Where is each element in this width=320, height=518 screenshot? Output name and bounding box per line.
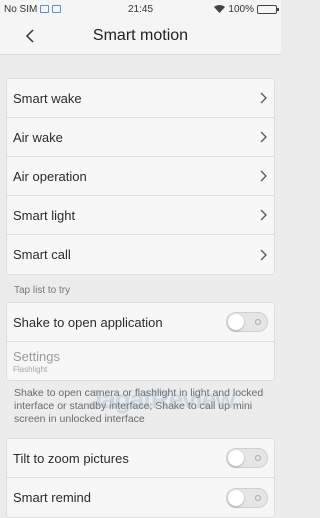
chevron-left-icon[interactable] <box>20 26 40 46</box>
menu-item-label: Smart light <box>13 207 76 223</box>
status-left: No SIM <box>4 3 62 15</box>
menu-item-air-operation[interactable]: Air operation <box>7 157 274 196</box>
wifi-icon <box>214 5 226 13</box>
tilt-zoom-label: Tilt to zoom pictures <box>13 450 129 466</box>
chevron-right-icon <box>258 249 268 261</box>
title-bar: Smart motion <box>0 18 281 55</box>
shake-label: Shake to open application <box>13 314 163 330</box>
menu-item-label: Smart call <box>13 247 71 262</box>
shake-to-open-row[interactable]: Shake to open application <box>7 303 274 342</box>
shake-settings-row[interactable]: Settings Flashlight <box>7 342 274 380</box>
shake-description: Shake to open camera or flashlight in li… <box>14 387 264 425</box>
chevron-right-icon <box>258 92 268 104</box>
menu-item-label: Air operation <box>13 168 87 184</box>
status-bar: No SIM 21:45 100% <box>0 0 281 18</box>
settings-subtitle: Flashlight <box>13 364 48 374</box>
tilt-zoom-toggle[interactable] <box>226 448 268 468</box>
chevron-right-icon <box>258 209 268 221</box>
page-title: Smart motion <box>92 27 189 44</box>
chevron-right-icon <box>258 131 268 143</box>
menu-item-label: Smart wake <box>13 90 82 106</box>
chevron-right-icon <box>258 170 268 182</box>
other-toggles-group: Tilt to zoom pictures Smart remind <box>6 438 275 518</box>
battery-icon <box>257 4 279 14</box>
smart-remind-label: Smart remind <box>13 490 92 505</box>
shake-toggle[interactable] <box>226 312 268 332</box>
tap-hint: Tap list to try <box>14 285 71 296</box>
notification-icon <box>40 5 50 13</box>
menu-item-smart-light[interactable]: Smart light <box>7 196 274 235</box>
tilt-zoom-row[interactable]: Tilt to zoom pictures <box>7 439 274 478</box>
carrier-text: No SIM <box>4 3 38 15</box>
motion-menu-list: Smart wake Air wake Air operation Smart … <box>6 78 275 275</box>
settings-title: Settings <box>13 348 60 364</box>
menu-item-label: Air wake <box>13 129 63 145</box>
smart-remind-toggle[interactable] <box>226 487 268 508</box>
menu-item-smart-wake[interactable]: Smart wake <box>7 79 274 118</box>
battery-percent: 100% <box>228 3 254 15</box>
shake-group: Shake to open application Settings Flash… <box>6 302 275 381</box>
message-icon <box>52 5 62 13</box>
smart-remind-row[interactable]: Smart remind <box>7 478 274 517</box>
menu-item-smart-call[interactable]: Smart call <box>7 235 274 274</box>
status-right: 100% <box>214 3 279 15</box>
menu-item-air-wake[interactable]: Air wake <box>7 118 274 157</box>
